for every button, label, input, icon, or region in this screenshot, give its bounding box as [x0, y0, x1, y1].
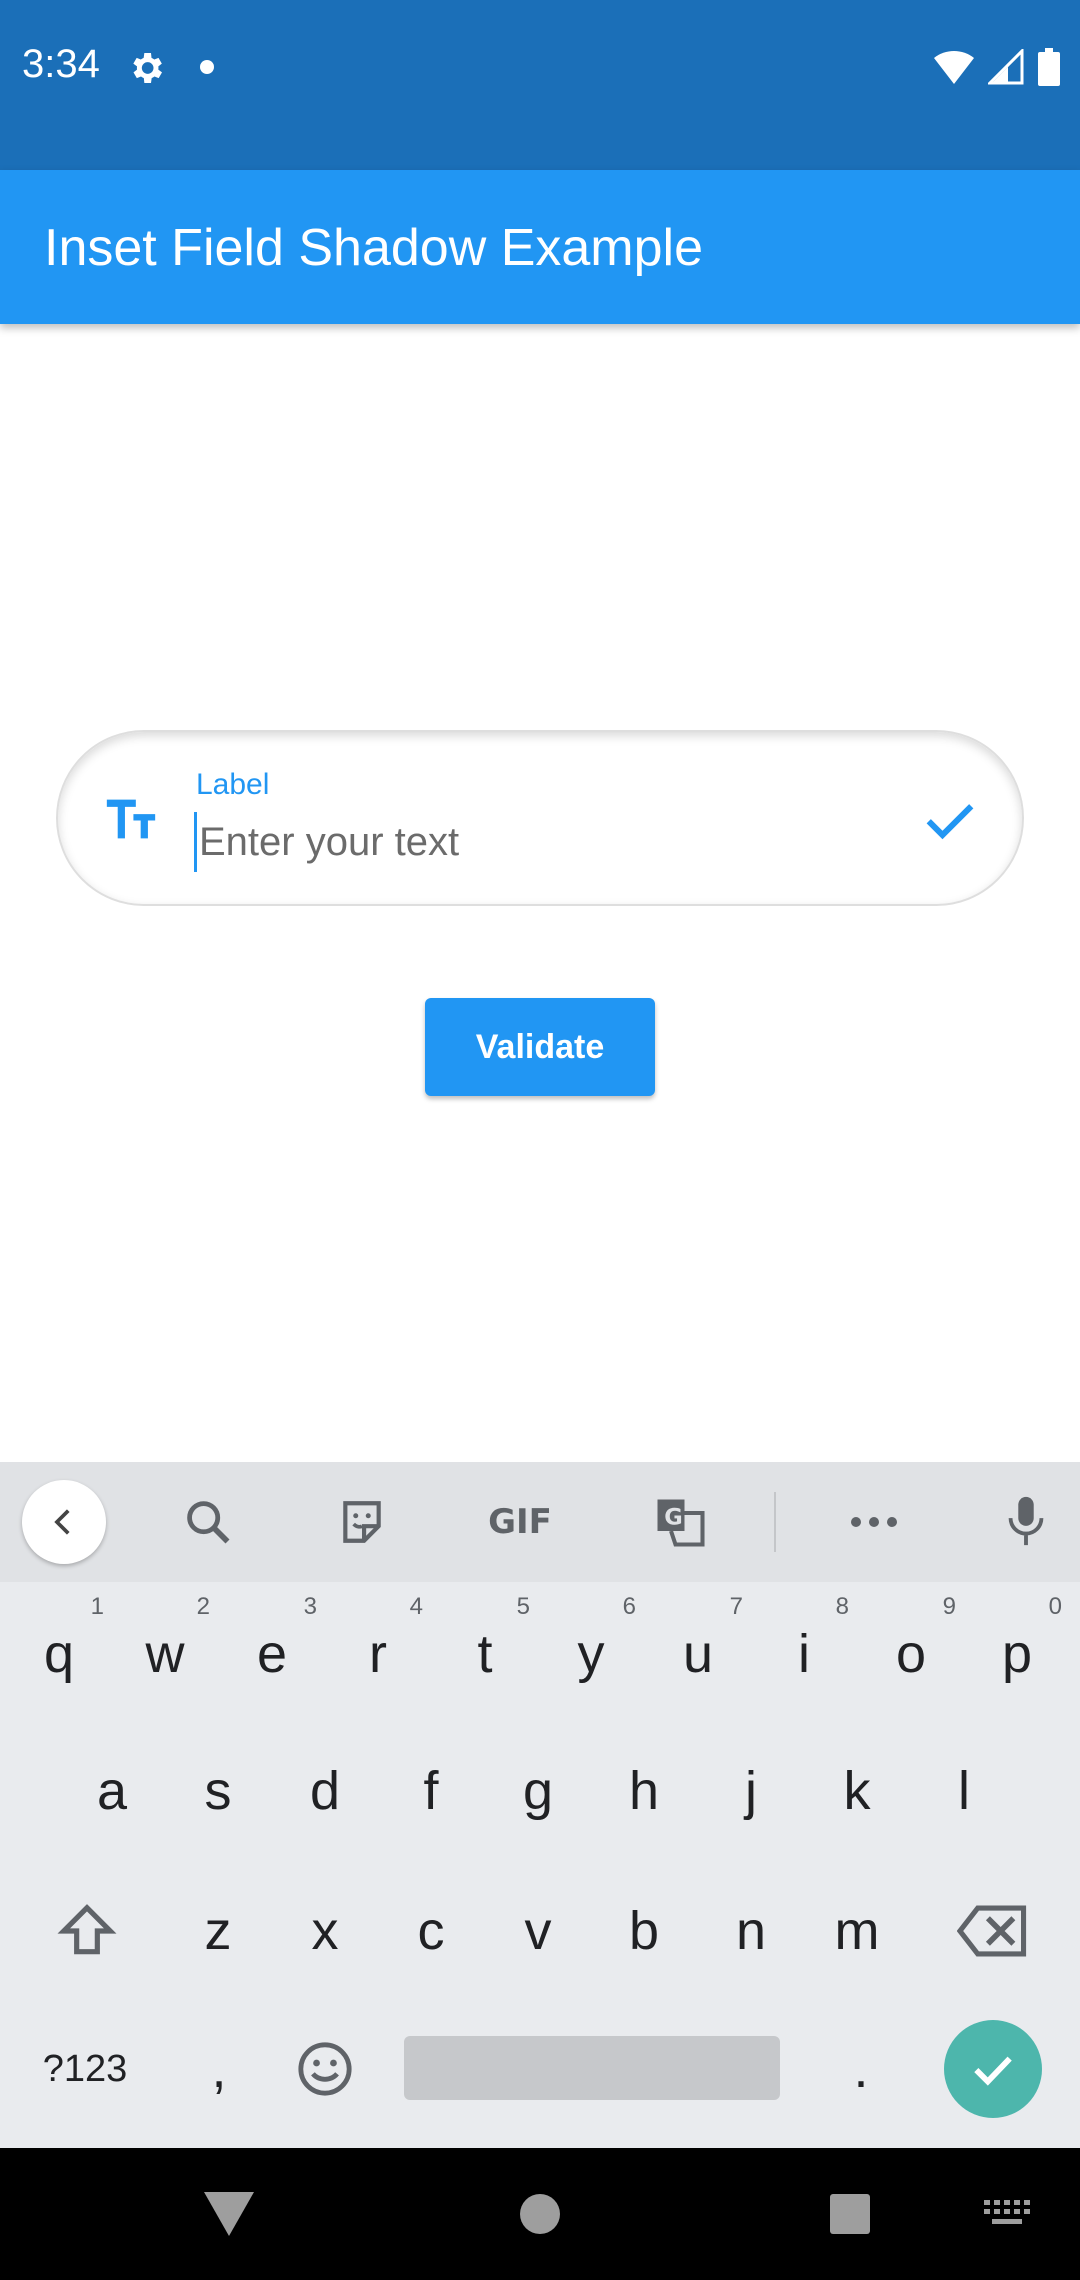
key-p[interactable]: p0: [964, 1585, 1070, 1723]
validate-button[interactable]: Validate: [425, 998, 655, 1096]
key-i[interactable]: i8: [751, 1585, 857, 1723]
status-bar: 3:34: [0, 0, 1080, 170]
key-m[interactable]: m: [804, 1862, 910, 2000]
keyboard-more-button[interactable]: [844, 1492, 904, 1552]
back-triangle-icon[interactable]: [202, 2190, 256, 2238]
key-z[interactable]: z: [165, 1862, 271, 2000]
keyboard-row-3: zxcvbnm: [0, 1862, 1080, 2000]
key-label: e: [256, 1624, 288, 1684]
keyboard-search-button[interactable]: [178, 1492, 238, 1552]
key-number-hint: 0: [1048, 1593, 1062, 1620]
key-label: y: [577, 1624, 605, 1684]
gif-label: GIF: [488, 1502, 552, 1542]
key-v[interactable]: v: [485, 1862, 591, 2000]
keyboard-sticker-button[interactable]: [332, 1492, 392, 1552]
space-key[interactable]: [404, 2036, 780, 2100]
translate-icon: G: [657, 1499, 705, 1547]
keyboard-voice-button[interactable]: [996, 1492, 1056, 1552]
keyboard-row-1: q1w2e3r4t5y6u7i8o9p0: [0, 1585, 1080, 1723]
key-c[interactable]: c: [378, 1862, 484, 2000]
key-number-hint: 9: [942, 1593, 956, 1620]
key-l[interactable]: l: [911, 1722, 1017, 1860]
navigation-bar: [0, 2148, 1080, 2280]
key-number-hint: 4: [409, 1593, 423, 1620]
key-number-hint: 6: [622, 1593, 636, 1620]
backspace-icon: [956, 1905, 1027, 1957]
text-size-icon: [106, 799, 156, 839]
key-label: p: [1001, 1624, 1033, 1684]
shift-key[interactable]: [34, 1862, 140, 2000]
shift-icon: [57, 1904, 117, 1955]
recents-square-icon[interactable]: [828, 2192, 872, 2236]
key-label: w: [145, 1624, 185, 1684]
status-time: 3:34: [22, 42, 100, 86]
battery-icon: [1038, 48, 1060, 86]
keyboard-switch-icon[interactable]: [984, 2200, 1030, 2226]
cell-signal-icon: [988, 49, 1024, 85]
key-h[interactable]: h: [591, 1722, 697, 1860]
symbols-key[interactable]: ?123: [30, 2000, 140, 2138]
key-w[interactable]: w2: [112, 1585, 218, 1723]
key-o[interactable]: o9: [858, 1585, 964, 1723]
key-number-hint: 5: [516, 1593, 530, 1620]
chevron-left-icon: [54, 1509, 70, 1535]
app-bar: Inset Field Shadow Example: [0, 170, 1080, 324]
key-label: i: [798, 1624, 810, 1684]
settings-gear-icon: [133, 53, 162, 83]
key-x[interactable]: x: [272, 1862, 378, 2000]
wifi-icon: [934, 50, 974, 84]
enter-key[interactable]: [944, 2020, 1042, 2118]
key-g[interactable]: g: [485, 1722, 591, 1860]
more-horizontal-icon: [851, 1517, 897, 1527]
keyboard-row-2: asdfghjkl: [0, 1722, 1080, 1860]
text-input[interactable]: [194, 812, 834, 872]
check-icon: [974, 2056, 1012, 2086]
key-s[interactable]: s: [165, 1722, 271, 1860]
key-d[interactable]: d: [272, 1722, 378, 1860]
app-title: Inset Field Shadow Example: [44, 219, 704, 277]
search-icon: [187, 1501, 230, 1544]
key-u[interactable]: u7: [645, 1585, 751, 1723]
svg-text:G: G: [664, 1504, 682, 1530]
key-b[interactable]: b: [591, 1862, 697, 2000]
period-key[interactable]: .: [808, 2000, 914, 2138]
backspace-key[interactable]: [940, 1862, 1046, 2000]
sticker-icon: [343, 1501, 381, 1543]
emoji-key[interactable]: [272, 2000, 378, 2138]
key-label: q: [43, 1624, 75, 1684]
emoji-icon: [298, 2042, 352, 2096]
key-number-hint: 8: [835, 1593, 849, 1620]
field-label: Label: [196, 768, 270, 801]
keyboard-toolbar: GIF G: [0, 1462, 1080, 1582]
key-number-hint: 3: [303, 1593, 317, 1620]
key-y[interactable]: y6: [538, 1585, 644, 1723]
key-t[interactable]: t5: [432, 1585, 538, 1723]
key-n[interactable]: n: [698, 1862, 804, 2000]
key-label: r: [369, 1624, 387, 1684]
notification-dot-icon: [200, 60, 214, 74]
key-label: t: [477, 1624, 493, 1684]
key-label: u: [682, 1624, 714, 1684]
key-q[interactable]: q1: [6, 1585, 112, 1723]
keyboard-translate-button[interactable]: G: [650, 1492, 710, 1552]
key-r[interactable]: r4: [325, 1585, 431, 1723]
check-icon: [926, 804, 974, 840]
microphone-icon: [1008, 1496, 1044, 1546]
key-number-hint: 7: [729, 1593, 743, 1620]
key-label: o: [895, 1624, 927, 1684]
key-f[interactable]: f: [378, 1722, 484, 1860]
key-number-hint: 2: [196, 1593, 210, 1620]
inset-text-field[interactable]: Label: [56, 730, 1024, 906]
toolbar-divider: [774, 1492, 776, 1552]
status-icons: [934, 46, 1060, 88]
keyboard-back-button[interactable]: [22, 1480, 106, 1564]
key-k[interactable]: k: [804, 1722, 910, 1860]
home-circle-icon[interactable]: [518, 2192, 562, 2236]
key-j[interactable]: j: [698, 1722, 804, 1860]
comma-key[interactable]: ,: [166, 2000, 272, 2138]
keyboard-gif-button[interactable]: GIF: [488, 1492, 552, 1552]
key-e[interactable]: e3: [219, 1585, 325, 1723]
key-a[interactable]: a: [59, 1722, 165, 1860]
key-number-hint: 1: [90, 1593, 104, 1620]
